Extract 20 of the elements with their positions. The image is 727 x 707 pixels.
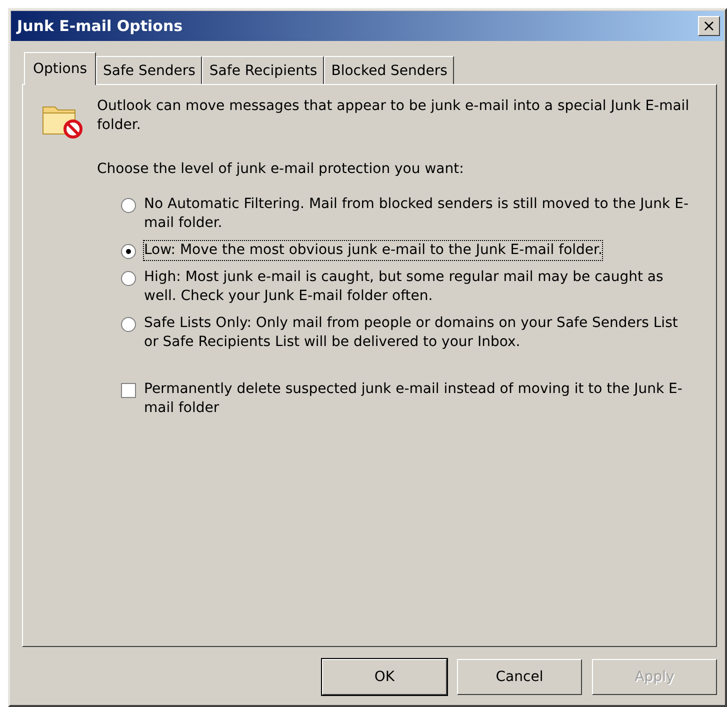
radio-button[interactable] (121, 244, 136, 259)
radio-button[interactable] (121, 198, 136, 213)
dialog-button[interactable]: Cancel (457, 659, 582, 695)
checkbox-label[interactable]: Permanently delete suspected junk e-mail instead of moving it to the Junk E-mail folder (144, 380, 696, 418)
window-title: Junk E-mail Options (17, 17, 183, 35)
tab[interactable]: Blocked Senders (324, 56, 454, 84)
dialog-button[interactable]: OK (322, 659, 447, 695)
radio-button[interactable] (121, 317, 136, 332)
radio-label[interactable]: High: Most junk e-mail is caught, but some regular mail may be caught as well. Check your Junk E-mail folder often. (144, 268, 696, 306)
radio-label[interactable]: No Automatic Filtering. Mail from blocked senders is still moved to the Junk E-mail folder. (144, 195, 696, 233)
radio-label[interactable]: Safe Lists Only: Only mail from people or domains on your Safe Senders List or Safe Recipients List will be delivered to your Inbox. (144, 314, 696, 352)
close-button[interactable]: × (698, 16, 720, 36)
radio-button[interactable] (121, 271, 136, 286)
tab[interactable]: Safe Recipients (202, 56, 324, 84)
radio-label[interactable]: Low: Move the most obvious junk e-mail to the Junk E-mail folder. (144, 241, 602, 260)
prompt-text: Choose the level of junk e-mail protection you want: (97, 161, 465, 177)
tab[interactable]: Safe Senders (96, 56, 202, 84)
tab[interactable]: Options (24, 52, 96, 85)
checkbox[interactable] (121, 383, 136, 398)
intro-text: Outlook can move messages that appear to be junk e-mail into a special Junk E-mail folder. (97, 97, 690, 135)
